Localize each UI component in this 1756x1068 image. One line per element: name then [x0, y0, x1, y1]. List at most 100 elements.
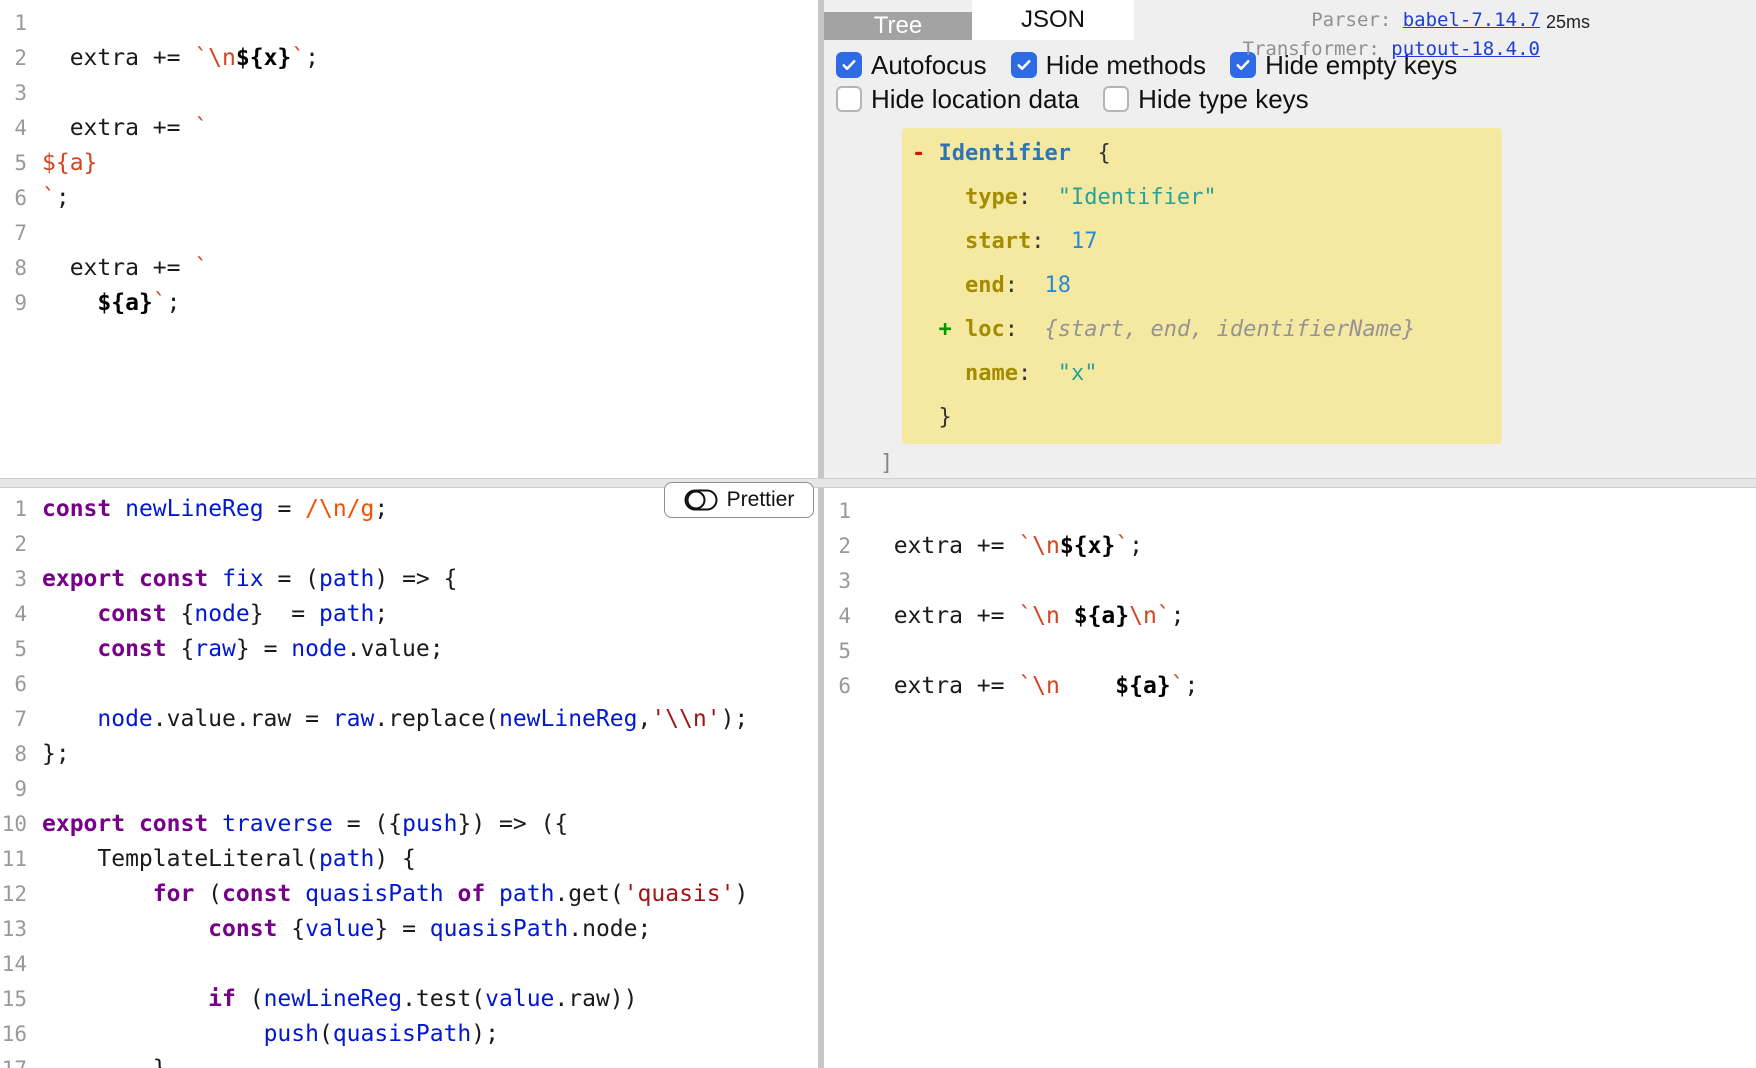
code-line: 7 node.value.raw = raw.replace(newLineRe…: [0, 702, 818, 737]
tree-token: {: [1070, 141, 1111, 166]
parser-version-link[interactable]: babel-7.14.7: [1403, 9, 1540, 31]
tree-row[interactable]: - Identifier {: [912, 132, 1492, 176]
code-text: extra += `\n ${a}\n`;: [866, 603, 1185, 629]
unchecked-checkbox-icon[interactable]: [1103, 86, 1130, 112]
code-line: 16 push(quasisPath);: [0, 1017, 818, 1052]
code-line: 9 ${a}`;: [0, 286, 818, 321]
line-number: 16: [1, 1022, 27, 1046]
tree-row[interactable]: + loc: {start, end, identifierName}: [912, 308, 1492, 352]
code-text: export const fix = (path) => {: [42, 566, 458, 592]
line-number: 8: [14, 256, 27, 280]
prettier-toggle-button[interactable]: Prettier: [664, 482, 814, 518]
line-number: 5: [14, 637, 27, 661]
transform-code-lines: 1 const newLineReg = /\n/g; 2 3 export const…: [0, 492, 818, 1068]
code-text: export const traverse = ({push}) => ({: [42, 811, 569, 837]
code-text: extra += `\n${x}`;: [866, 533, 1143, 559]
line-number: 15: [1, 987, 27, 1011]
line-number: 9: [14, 777, 27, 801]
code-line: 2: [0, 527, 818, 562]
line-number: 3: [838, 569, 851, 593]
expand-toggle-icon[interactable]: +: [939, 317, 966, 342]
line-number: 3: [14, 567, 27, 591]
line-number: 2: [14, 46, 27, 70]
tree-token: [912, 229, 965, 254]
parser-label: Parser:: [1311, 9, 1392, 31]
code-text: node.value.raw = raw.replace(newLineReg,…: [97, 706, 749, 732]
tree-token: [912, 405, 939, 430]
code-line: 6: [0, 667, 818, 702]
checkbox-hide-type-keys[interactable]: Hide type keys: [1103, 84, 1309, 115]
transformer-version-link[interactable]: putout-18.4.0: [1391, 38, 1540, 60]
code-text: extra += `: [42, 255, 209, 281]
checkbox-hide-methods[interactable]: Hide methods: [1010, 49, 1207, 81]
code-line: 5: [824, 634, 1756, 669]
line-number: 13: [1, 917, 27, 941]
tree-token: [912, 361, 965, 386]
checked-checkbox-icon[interactable]: [1010, 52, 1037, 78]
tree-row[interactable]: end: 18: [912, 264, 1492, 308]
line-number: 10: [1, 812, 27, 836]
output-editor[interactable]: 1 2 extra += `\n${x}`; 3 4 extra += `\n ${a…: [824, 488, 1756, 1068]
checkbox-autofocus[interactable]: Autofocus: [836, 50, 987, 81]
tab-json[interactable]: JSON: [972, 0, 1134, 40]
line-number: 4: [14, 602, 27, 626]
code-text: }: [42, 1056, 167, 1068]
tree-row[interactable]: }: [912, 396, 1492, 440]
tree-row[interactable]: name: "x": [912, 352, 1492, 396]
code-text: `;: [42, 185, 70, 211]
parser-row: Parser: babel-7.14.7: [1243, 6, 1540, 35]
checkbox-hide-location-data[interactable]: Hide location data: [836, 84, 1079, 115]
tree-token: {start, end, identifierName}: [1044, 317, 1416, 342]
tree-token: 18: [1044, 273, 1071, 298]
tree-row[interactable]: type: "Identifier": [912, 176, 1492, 220]
code-line: 5 const {raw} = node.value;: [0, 632, 818, 667]
code-line: 1: [0, 6, 818, 41]
tree-token: [912, 185, 965, 210]
code-line: 11 TemplateLiteral(path) {: [0, 842, 818, 877]
code-line: 14: [0, 947, 818, 982]
collapse-toggle-icon[interactable]: -: [912, 141, 939, 166]
source-editor[interactable]: 1 2 extra += `\n${x}`; 3 4 extra += ` 5 ${a} 6…: [0, 0, 818, 478]
line-number: 8: [14, 742, 27, 766]
line-number: 7: [14, 707, 27, 731]
tab-tree[interactable]: Tree: [824, 12, 972, 40]
code-line: 12 for (const quasisPath of path.get('qu…: [0, 877, 818, 912]
code-line: 3: [824, 564, 1756, 599]
line-number: 1: [14, 11, 27, 35]
transformer-row: Transformer: putout-18.4.0: [1243, 35, 1540, 64]
checkbox-label: Hide methods: [1045, 49, 1207, 80]
tree-token: :: [1004, 317, 1045, 342]
tree-token: "x": [1057, 361, 1098, 386]
line-number: 4: [838, 604, 851, 628]
options-row-2: Hide location data Hide type keys: [824, 82, 1756, 116]
line-number: 5: [14, 151, 27, 175]
code-text: const newLineReg = /\n/g;: [42, 496, 389, 522]
unchecked-checkbox-icon[interactable]: [836, 86, 862, 112]
tree-row[interactable]: start: 17: [912, 220, 1492, 264]
code-text: extra += `: [42, 115, 209, 141]
code-line: 15 if (newLineReg.test(value.raw)): [0, 982, 818, 1017]
line-number: 5: [838, 639, 851, 663]
tree-token: 17: [1070, 229, 1098, 254]
checked-checkbox-icon[interactable]: [836, 52, 862, 78]
tree-token: }: [938, 405, 952, 430]
ast-panel: Tree JSON Parser: babel-7.14.7 Transform…: [824, 0, 1756, 478]
code-text: extra += `\n${x}`;: [42, 45, 319, 71]
code-line: 4 extra += `\n ${a}\n`;: [824, 599, 1756, 634]
prettier-label: Prettier: [726, 488, 795, 511]
horizontal-divider[interactable]: [0, 478, 1756, 488]
code-text: TemplateLiteral(path) {: [42, 846, 416, 872]
code-line: 4 extra += `: [0, 111, 818, 146]
line-number: 7: [14, 221, 27, 245]
line-number: 4: [14, 116, 27, 140]
tree-token: :: [1017, 185, 1058, 210]
source-code-lines: 1 2 extra += `\n${x}`; 3 4 extra += ` 5 ${a} 6…: [0, 6, 818, 321]
line-number: 1: [838, 499, 851, 523]
transform-editor[interactable]: Prettier 1 const newLineReg = /\n/g; 2 3 exp…: [0, 482, 818, 1068]
code-text: const {node} = path;: [97, 601, 389, 627]
code-text: ${a}: [42, 150, 98, 176]
tree-token: name: [964, 361, 1018, 386]
code-line: 2 extra += `\n${x}`;: [824, 529, 1756, 564]
line-number: 1: [14, 497, 27, 521]
ast-tree: - Identifier { type: "Identifier" start:…: [824, 128, 1756, 478]
